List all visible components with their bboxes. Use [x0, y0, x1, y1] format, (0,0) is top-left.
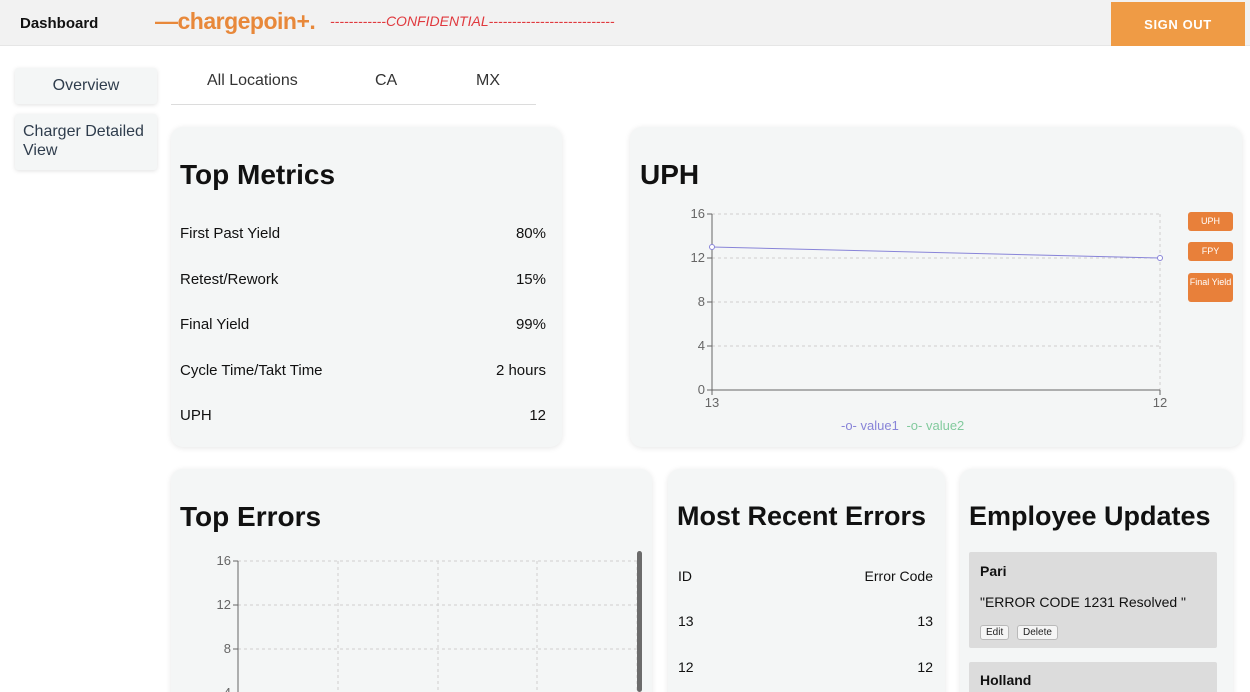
column-header-error-code: Error Code [864, 568, 933, 584]
top-errors-card: Top Errors 481216 [171, 469, 652, 692]
chart-scrollbar[interactable] [637, 551, 642, 692]
uph-chart: 048121613 12 [691, 206, 1168, 410]
y-tick-label: 8 [224, 641, 231, 656]
metric-row: UPH 12 [180, 407, 546, 424]
metric-value: 80% [515, 225, 546, 242]
y-tick-label: 12 [691, 250, 705, 265]
uph-legend: -o- value1 -o- value2 [841, 418, 964, 433]
legend-button-uph[interactable]: UPH [1188, 212, 1233, 231]
sidebar-item-overview[interactable]: Overview [15, 68, 157, 104]
recent-errors-card: Most Recent Errors ID Error Code 13 13 1… [668, 469, 945, 692]
metric-value: 12 [529, 407, 546, 424]
metric-label: Final Yield [180, 316, 250, 333]
dashboard-title: Dashboard [20, 15, 99, 32]
metric-label: Cycle Time/Takt Time [180, 362, 323, 379]
employee-updates-title: Employee Updates [969, 501, 1211, 531]
update-item: Holland [969, 662, 1217, 692]
x-tick-label: 12 [1153, 395, 1167, 410]
recent-errors-title: Most Recent Errors [677, 501, 927, 531]
legend-button-final-yield[interactable]: Final Yield [1188, 273, 1233, 302]
metric-value: 15% [515, 271, 546, 288]
metric-value: 2 hours [495, 362, 546, 379]
y-tick-label: 8 [698, 294, 705, 309]
legend-label-value2: value2 [925, 418, 965, 433]
update-item: Pari "ERROR CODE 1231 Resolved " Edit De… [969, 552, 1217, 648]
legend-button-fpy[interactable]: FPY [1188, 242, 1233, 261]
metric-value: 99% [515, 316, 546, 333]
edit-button[interactable]: Edit [980, 625, 1010, 640]
legend-marker-icon: -o- [906, 418, 923, 433]
update-author: Pari [980, 563, 1007, 579]
chargepoint-logo: —chargepoin+. [155, 8, 316, 34]
metric-row: Final Yield 99% [180, 316, 546, 333]
update-message: "ERROR CODE 1231 Resolved " [980, 594, 1187, 610]
metric-label: UPH [180, 407, 212, 424]
table-header-row: ID Error Code [678, 568, 933, 584]
delete-button[interactable]: Delete [1017, 625, 1058, 640]
uph-card: UPH 0 4 8 12 16 13 12 UPH FPY Final Yield -o- … [630, 127, 1242, 447]
series-line-value1 [711, 246, 1161, 259]
tab-mx[interactable]: MX [476, 72, 500, 90]
employee-updates-card: Employee Updates Pari "ERROR CODE 1231 R… [960, 469, 1233, 692]
legend-label-value1: value1 [860, 418, 899, 433]
error-code: 13 [917, 613, 933, 629]
error-id: 12 [678, 659, 694, 675]
top-bar: Dashboard —chargepoin+. ------------CONF… [0, 0, 1250, 46]
metric-label: First Past Yield [180, 225, 281, 242]
y-tick-label: 4 [224, 685, 231, 692]
error-id: 13 [678, 613, 694, 629]
table-row: 13 13 [678, 613, 933, 629]
top-metrics-card: Top Metrics First Past Yield 80% Retest/… [171, 127, 562, 447]
x-tick-label: 13 [705, 395, 719, 410]
y-tick-label: 12 [217, 597, 231, 612]
update-author: Holland [980, 672, 1032, 688]
data-point [709, 244, 715, 250]
top-errors-chart: 4 8 12 16 [217, 553, 638, 692]
location-tabs: All Locations CA MX [171, 64, 536, 105]
data-point [1157, 255, 1163, 261]
metric-row: Retest/Rework 15% [180, 271, 546, 288]
sidebar-item-charger-detailed-view[interactable]: Charger Detailed View [15, 114, 157, 170]
metric-label: Retest/Rework [180, 271, 279, 288]
y-tick-label: 16 [691, 206, 705, 221]
tab-all-locations[interactable]: All Locations [207, 72, 298, 90]
sign-out-button[interactable]: SIGN OUT [1111, 2, 1245, 46]
y-tick-label: 4 [698, 338, 705, 353]
metric-row: First Past Yield 80% [180, 225, 546, 242]
error-code: 12 [917, 659, 933, 675]
y-tick-label: 16 [217, 553, 231, 568]
top-metrics-title: Top Metrics [180, 159, 336, 190]
table-row: 12 12 [678, 659, 933, 675]
legend-marker-icon: -o- [841, 418, 857, 433]
confidential-banner: ------------CONFIDENTIAL----------------… [330, 13, 615, 29]
tab-ca[interactable]: CA [375, 72, 397, 90]
metric-row: Cycle Time/Takt Time 2 hours [180, 362, 546, 379]
column-header-id: ID [678, 568, 692, 584]
